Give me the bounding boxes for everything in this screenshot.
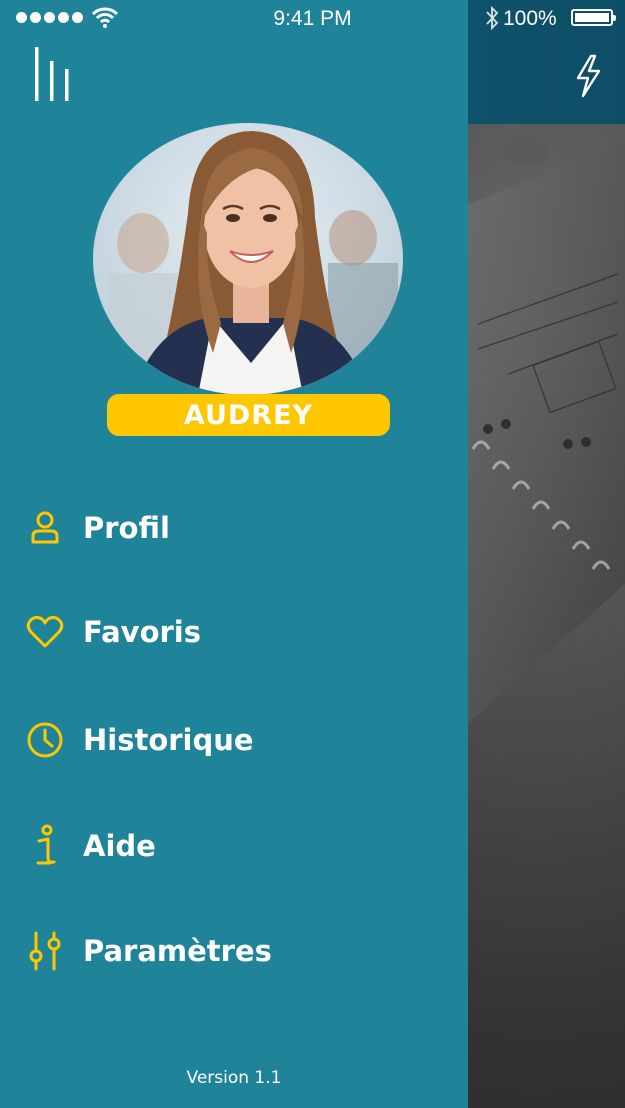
profile-avatar[interactable] — [93, 123, 403, 395]
menu-item-historique[interactable]: Historique — [24, 715, 254, 765]
bluetooth-icon — [486, 6, 499, 30]
side-drawer: AUDREY Profil Favoris Historique Aide Pa… — [0, 0, 468, 1108]
heart-icon — [24, 611, 66, 653]
menu-bars-icon[interactable] — [33, 47, 73, 101]
menu-item-label: Paramètres — [83, 934, 272, 968]
status-bar: 9:41 PM 100% — [0, 0, 625, 38]
profile-name-badge: AUDREY — [107, 394, 390, 436]
background-notebook-image — [468, 124, 625, 724]
menu-item-label: Favoris — [83, 615, 202, 649]
menu-item-favoris[interactable]: Favoris — [24, 607, 201, 657]
battery-icon — [571, 9, 616, 26]
menu-item-label: Historique — [83, 723, 254, 757]
lightning-icon[interactable] — [573, 54, 603, 98]
user-icon — [24, 507, 66, 549]
clock-icon — [24, 719, 66, 761]
menu-item-aide[interactable]: Aide — [24, 821, 156, 871]
sliders-icon — [24, 930, 66, 972]
menu-item-parametres[interactable]: Paramètres — [24, 926, 272, 976]
battery-percent: 100% — [503, 7, 557, 30]
menu-item-label: Profil — [83, 511, 170, 545]
info-icon — [24, 824, 66, 867]
version-label: Version 1.1 — [186, 1068, 282, 1088]
menu-item-label: Aide — [83, 829, 156, 863]
menu-item-profil[interactable]: Profil — [24, 503, 170, 553]
